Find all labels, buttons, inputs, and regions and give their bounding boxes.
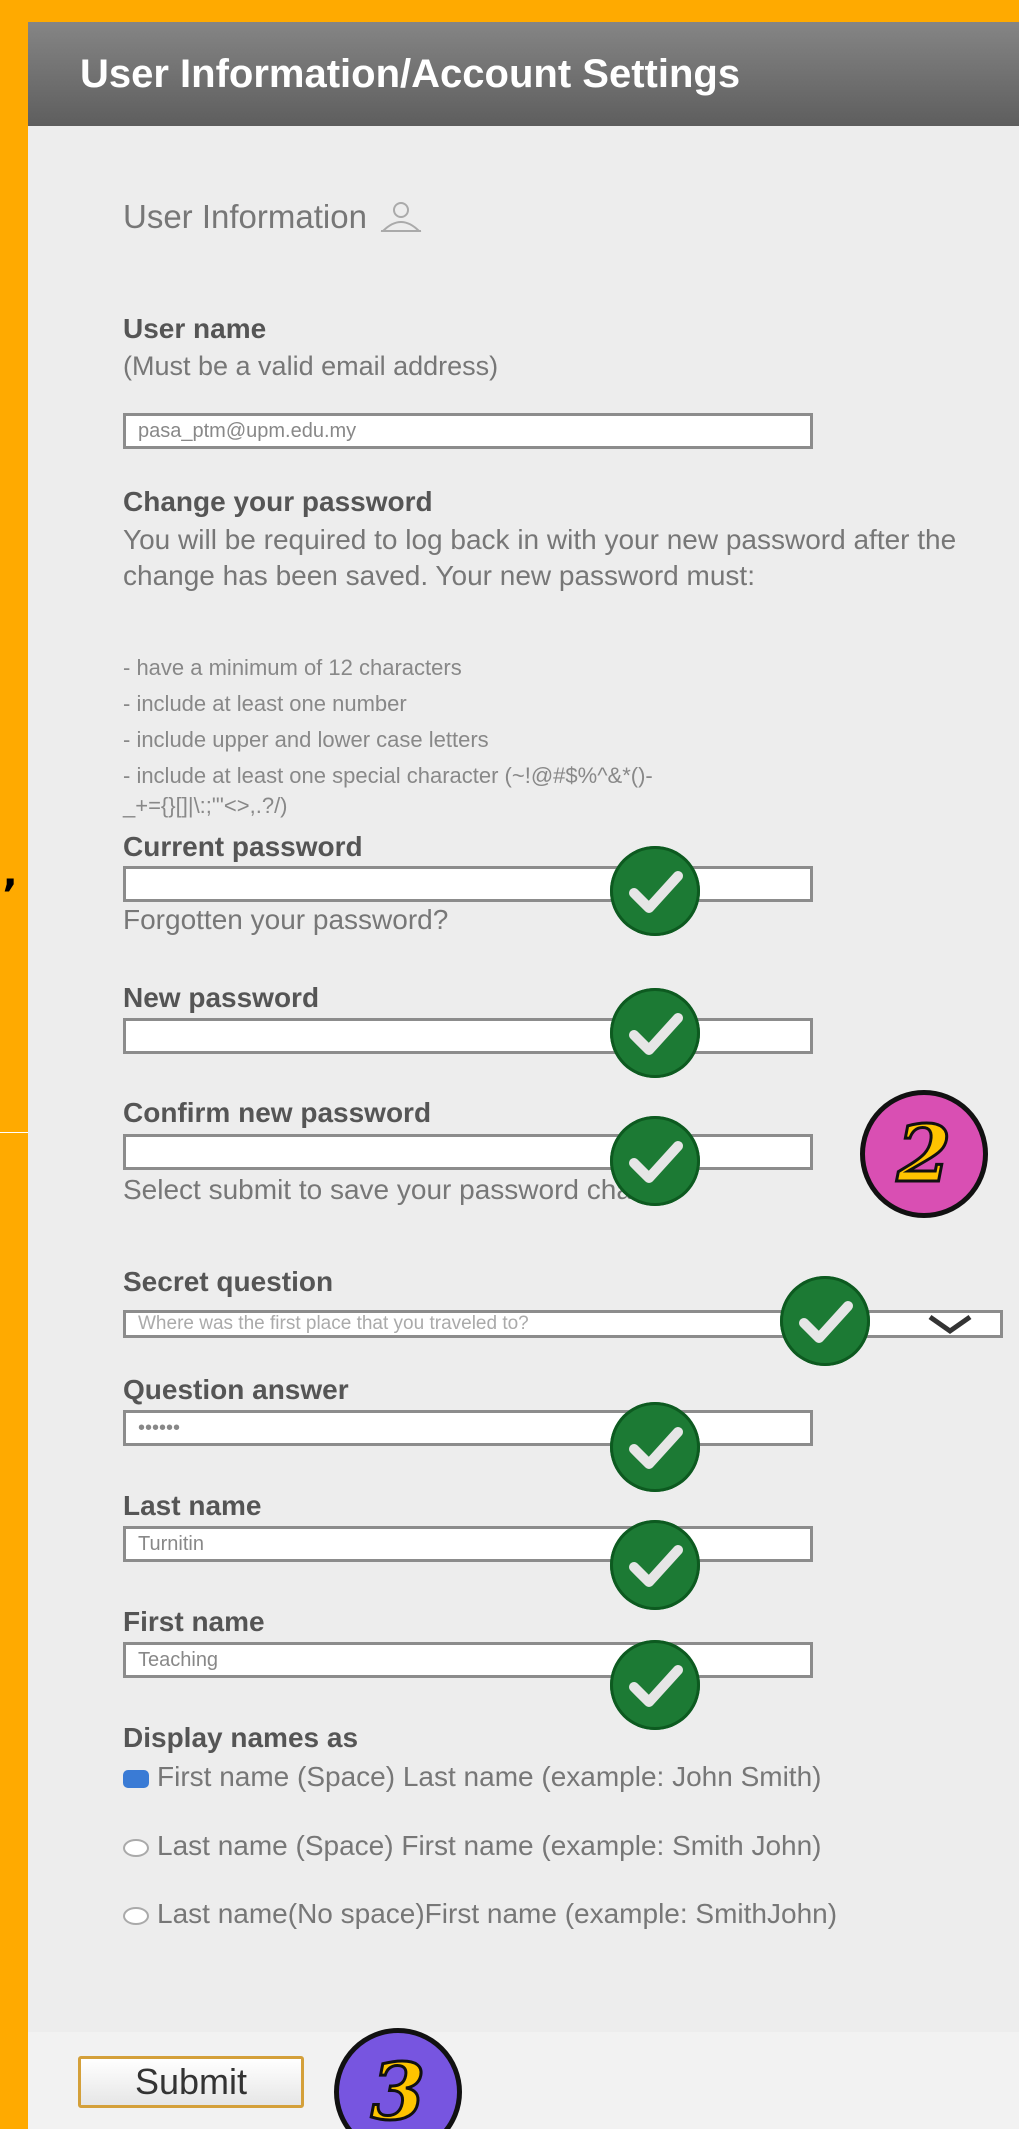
- left-edge-mark: ’: [2, 870, 18, 919]
- last-name-field[interactable]: [123, 1526, 813, 1562]
- last-name-label: Last name: [123, 1490, 262, 1521]
- current-password-field[interactable]: [123, 866, 813, 902]
- checkmark-icon: [780, 1276, 870, 1366]
- new-password-label: New password: [123, 982, 320, 1013]
- checkmark-icon: [610, 1402, 700, 1492]
- question-answer-field[interactable]: [123, 1410, 813, 1446]
- checkmark-icon: [610, 846, 700, 936]
- radio-button[interactable]: [123, 1769, 149, 1788]
- display-option-lastfirst-nospace[interactable]: Last name(No space)First name (example: …: [123, 1897, 1003, 1931]
- section-title: User Information: [123, 198, 423, 236]
- username-label: User name: [123, 313, 267, 344]
- password-rule: - have a minimum of 12 characters: [123, 655, 462, 680]
- forgot-password-link[interactable]: Forgotten your password?: [123, 904, 448, 936]
- page-title: User Information/Account Settings: [28, 22, 1019, 126]
- user-icon: [380, 202, 422, 232]
- secret-question-value: Where was the first place that you trave…: [138, 1313, 529, 1334]
- secret-question-select[interactable]: Where was the first place that you trave…: [123, 1310, 1003, 1338]
- first-name-field[interactable]: [123, 1642, 813, 1678]
- checkmark-icon: [610, 1116, 700, 1206]
- radio-button[interactable]: [123, 1838, 149, 1857]
- password-rule: - include upper and lower case letters: [123, 727, 489, 752]
- checkmark-icon: [610, 988, 700, 1078]
- section-title-text: User Information: [123, 198, 367, 235]
- password-intro: You will be required to log back in with…: [123, 524, 957, 591]
- confirm-password-label: Confirm new password: [123, 1097, 432, 1128]
- step-badge-2: 2: [860, 1090, 988, 1218]
- form-footer: Submit: [28, 2032, 1019, 2129]
- password-rule: _+={}[]|\:;"'<>,.?/): [123, 793, 288, 818]
- new-password-field[interactable]: [123, 1018, 813, 1054]
- display-names-label: Display names as: [123, 1722, 359, 1753]
- current-password-label: Current password: [123, 831, 363, 862]
- account-settings-panel: User Information/Account Settings User I…: [28, 22, 1019, 2129]
- checkmark-icon: [610, 1640, 700, 1730]
- first-name-label: First name: [123, 1606, 265, 1637]
- display-option-text: First name (Space) Last name (example: J…: [157, 1761, 822, 1792]
- submit-hint: Select submit to save your password chan…: [123, 1174, 679, 1205]
- password-rule: - include at least one number: [123, 691, 407, 716]
- display-option-last-first[interactable]: Last name (Space) First name (example: S…: [123, 1829, 1003, 1863]
- secret-question-label: Secret question: [123, 1266, 334, 1297]
- display-option-first-last[interactable]: First name (Space) Last name (example: J…: [123, 1760, 1003, 1794]
- left-edge-line: [0, 1132, 28, 1133]
- username-hint: (Must be a valid email address): [123, 351, 499, 381]
- radio-button[interactable]: [123, 1906, 149, 1925]
- chevron-down-icon: [928, 1314, 972, 1335]
- confirm-password-field[interactable]: [123, 1134, 813, 1170]
- username-field[interactable]: [123, 413, 813, 449]
- submit-button[interactable]: Submit: [78, 2056, 304, 2108]
- change-password-heading: Change your password: [123, 486, 433, 517]
- display-option-text: Last name(No space)First name (example: …: [157, 1898, 838, 1929]
- checkmark-icon: [610, 1520, 700, 1610]
- question-answer-label: Question answer: [123, 1374, 349, 1405]
- display-option-text: Last name (Space) First name (example: S…: [157, 1830, 822, 1861]
